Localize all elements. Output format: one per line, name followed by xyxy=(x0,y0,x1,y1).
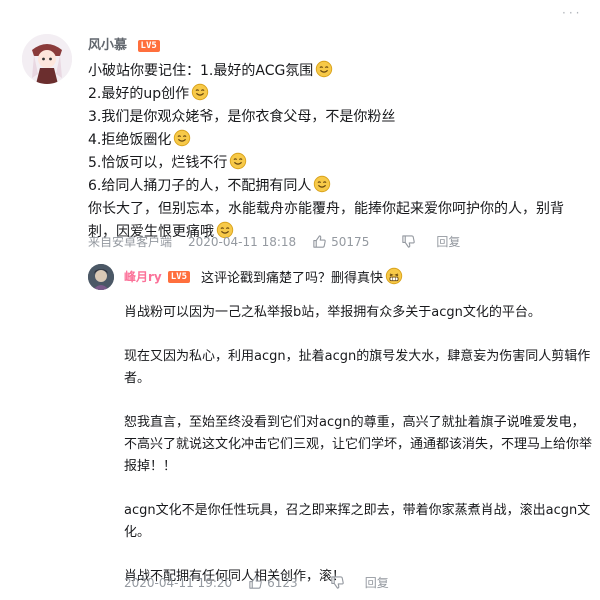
like-count: 50175 xyxy=(331,234,370,249)
reply-username-text[interactable]: 峰月ry xyxy=(124,268,162,285)
reply-avatar-illustration xyxy=(88,264,114,290)
smile-emoji-icon xyxy=(174,129,191,147)
level-badge: LV5 xyxy=(167,270,191,283)
reply-paragraph: 恕我直言，至始至终没看到它们对acgn的尊重，高兴了就扯着旗子说唯爱发电，不高兴… xyxy=(124,415,593,474)
like-button[interactable]: 50175 xyxy=(312,234,385,249)
comment-username[interactable]: 风小慕 LV5 xyxy=(88,34,160,53)
dislike-button[interactable] xyxy=(330,575,349,590)
reply-meta: 2020-04-11 19:20 6123 回复 xyxy=(124,574,405,591)
comment-line: 3.我们是你观众姥爷，是你衣食父母，不是你粉丝 xyxy=(88,109,396,125)
comment-text: 小破站你要记住：1.最好的ACG氛围 2.最好的up创作 3.我们是你观众姥爷，… xyxy=(88,60,588,244)
reply-text: 肖战粉可以因为一己之私举报b站，举报拥有众多关于acgn文化的平台。 现在又因为… xyxy=(124,302,594,588)
grin-emoji-icon xyxy=(385,267,403,285)
comment-time: 2020-04-11 18:18 xyxy=(188,234,297,249)
level-badge: LV5 xyxy=(137,39,160,52)
more-options-icon[interactable]: ··· xyxy=(562,6,582,20)
client-source: 来自安卓客户端 xyxy=(88,235,173,249)
reply-time: 2020-04-11 19:20 xyxy=(124,575,233,590)
avatar[interactable] xyxy=(22,34,72,84)
comment-line: 2.最好的up创作 xyxy=(88,83,588,106)
smile-emoji-icon xyxy=(191,83,209,101)
thumbs-up-icon[interactable] xyxy=(248,575,263,590)
comment-line: 5.恰饭可以，烂钱不行 xyxy=(88,152,588,175)
thumbs-down-icon[interactable] xyxy=(330,575,345,590)
reply-paragraph: 肖战粉可以因为一己之私举报b站，举报拥有众多关于acgn文化的平台。 xyxy=(124,305,541,320)
reply-avatar[interactable] xyxy=(88,264,114,290)
comment-line: 小破站你要记住：1.最好的ACG氛围 xyxy=(88,60,588,83)
comment-line: 4.拒绝饭圈化 xyxy=(88,129,588,152)
smile-emoji-icon xyxy=(314,175,331,193)
username-text[interactable]: 风小慕 xyxy=(88,38,127,53)
smile-emoji-icon xyxy=(230,152,247,170)
avatar-illustration xyxy=(22,34,72,84)
like-count: 6123 xyxy=(267,575,298,590)
reply-paragraph: 现在又因为私心，利用acgn，扯着acgn的旗号发大水，肆意妄为伤害同人剪辑作者… xyxy=(124,349,591,386)
reply-button[interactable]: 回复 xyxy=(365,574,389,591)
dislike-button[interactable] xyxy=(401,234,420,249)
thumbs-up-icon[interactable] xyxy=(312,234,327,249)
comment-line: 6.给同人捅刀子的人，不配拥有同人 xyxy=(88,175,588,198)
reply-paragraph: acgn文化不是你任性玩具，召之即来挥之即去，带着你家蒸煮肖战，滚出acgn文化… xyxy=(124,503,591,540)
smile-emoji-icon xyxy=(316,60,333,78)
comment-meta: 来自安卓客户端 2020-04-11 18:18 50175 回复 xyxy=(88,233,476,250)
thumbs-down-icon[interactable] xyxy=(401,234,416,249)
like-button[interactable]: 6123 xyxy=(248,575,314,590)
reply-username[interactable]: 峰月ry LV5 xyxy=(124,268,191,285)
reply-button[interactable]: 回复 xyxy=(436,233,460,250)
reply-first-line: 这评论戳到痛楚了吗？删得真快 xyxy=(201,267,403,286)
